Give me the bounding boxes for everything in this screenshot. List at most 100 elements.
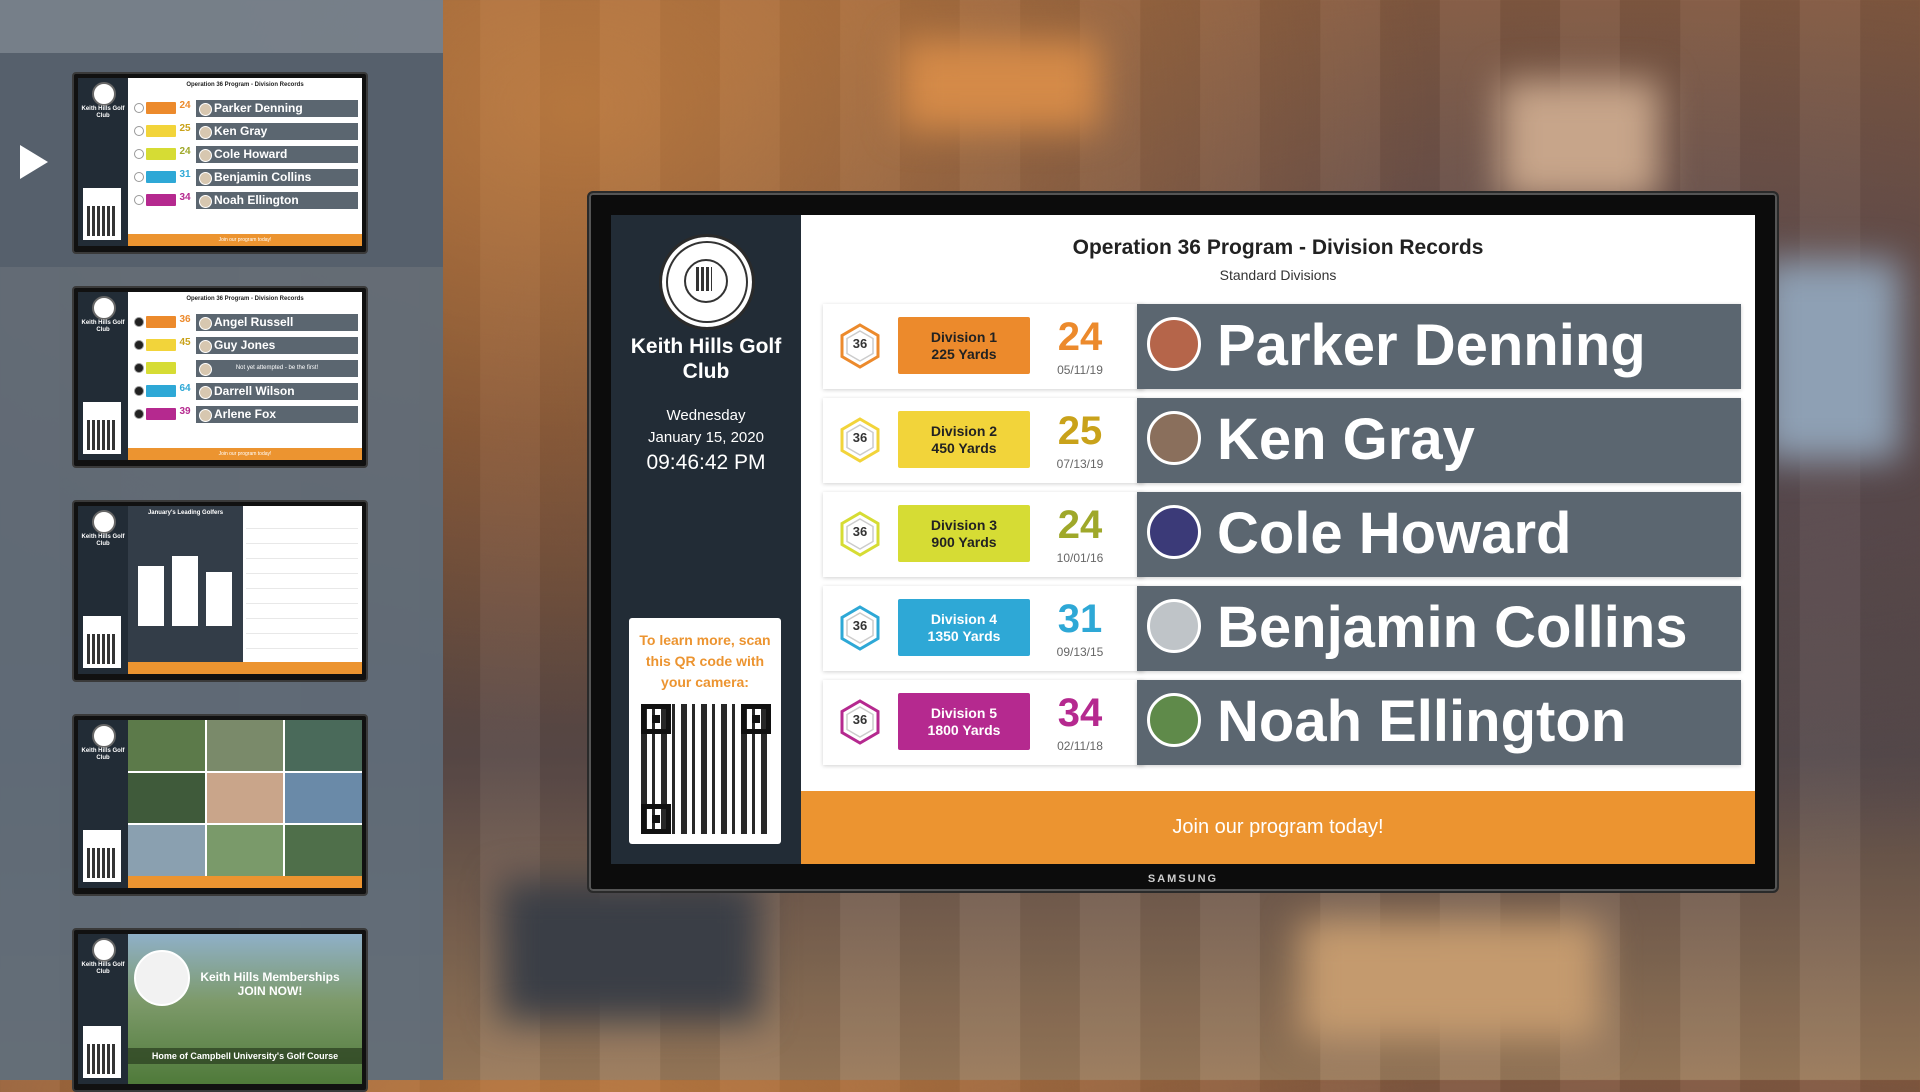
record-date: 05/11/19: [1057, 363, 1103, 377]
thumbnail-title: Operation 36 Program - Division Records: [186, 296, 304, 302]
avatar: [1147, 505, 1201, 559]
thumbnail-content: Keith Hills Golf Club: [78, 720, 362, 888]
thumbnail-row: Not yet attempted - be the first!: [134, 360, 358, 378]
thumbnail-row: 25 Ken Gray: [134, 123, 358, 141]
division-name: Division 5: [930, 705, 998, 721]
thumbnail-title: Operation 36 Program - Division Records: [186, 82, 304, 88]
division-chip: [146, 194, 176, 206]
page-title: Operation 36 Program - Division Records: [1072, 236, 1484, 259]
player-bar: Parker Denning: [1137, 304, 1741, 389]
qr-card: To learn more, scan this QR code with yo…: [629, 618, 781, 844]
thumbnail-score: 64: [179, 383, 191, 394]
podium-block: [172, 556, 198, 626]
player-bar: Benjamin Collins: [1137, 586, 1741, 671]
division-chip: [146, 362, 176, 374]
qr-code-icon: [83, 616, 121, 668]
play-icon[interactable]: [20, 145, 48, 179]
player-bar: Cole Howard: [1137, 492, 1741, 577]
record-date: 09/13/15: [1056, 645, 1104, 659]
thumbnail-player-name: Benjamin Collins: [196, 169, 358, 186]
thumbnail-score: 24: [179, 146, 191, 157]
thumbnail-content: Keith Hills Golf Club Keith Hills Member…: [78, 934, 362, 1084]
record-score: 25: [1057, 409, 1103, 453]
division-chip: [146, 171, 176, 183]
thumbnail-club-name: Keith Hills Golf Club: [81, 748, 125, 761]
thumbnail-player-name: Cole Howard: [196, 146, 358, 163]
division-record-row: 36 Division 5 1800 Yards 34 02/11/18 Noa…: [823, 680, 1741, 765]
club-logo-icon: [92, 510, 116, 534]
division-box: Division 3 900 Yards: [898, 505, 1030, 562]
record-date: 07/13/19: [1056, 457, 1104, 471]
slide-thumbnail-4[interactable]: Keith Hills Golf Club: [72, 714, 368, 896]
record-score: 24: [1057, 315, 1103, 359]
division-chip: [146, 125, 176, 137]
avatar: [1147, 693, 1201, 747]
division-chip: [146, 408, 176, 420]
thumbnail-left-panel: Keith Hills Golf Club: [78, 292, 128, 460]
thumbnail-title: January's Leading Golfers: [147, 510, 224, 516]
division-yards: 450 Yards: [931, 440, 997, 456]
division-card: 36 Division 1 225 Yards 24 05/11/19: [823, 304, 1144, 389]
badge-label: 36: [852, 430, 868, 445]
division-record-row: 36 Division 1 225 Yards 24 05/11/19 Park…: [823, 304, 1741, 389]
qr-prompt: To learn more, scan this QR code with yo…: [639, 632, 771, 690]
badge-icon: [134, 386, 144, 396]
promo-headline: Keith Hills Memberships JOIN NOW!: [200, 970, 340, 998]
thumbnail-row: 39 Arlene Fox: [134, 406, 358, 424]
division-yards: 225 Yards: [931, 346, 997, 362]
qr-code-icon: [83, 188, 121, 240]
slide-thumbnail-1[interactable]: Keith Hills Golf Club Operation 36 Progr…: [72, 72, 368, 254]
thumbnail-player-name: Parker Denning: [196, 100, 358, 117]
qr-code-icon: [83, 402, 121, 454]
badge-icon: [134, 149, 144, 159]
division-yards: 900 Yards: [931, 534, 997, 550]
thumbnail-player-name: Arlene Fox: [196, 406, 358, 423]
thumbnail-player-name: Not yet attempted - be the first!: [196, 360, 358, 377]
avatar: [1147, 317, 1201, 371]
division-card: 36 Division 3 900 Yards 24 10/01/16: [823, 492, 1144, 577]
thumbnail-player-name: Ken Gray: [196, 123, 358, 140]
division-yards: 1800 Yards: [927, 722, 1001, 738]
division-card: 36 Division 2 450 Yards 25 07/13/19: [823, 398, 1144, 483]
record-score: 31: [1057, 597, 1103, 641]
badge-label: 36: [852, 712, 868, 727]
thumbnail-player-name: Guy Jones: [196, 337, 358, 354]
division-name: Division 2: [930, 423, 998, 439]
division-name: Division 3: [930, 517, 998, 533]
club-logo-icon: [659, 234, 755, 330]
thumbnail-footer: Join our program today!: [128, 234, 362, 246]
thumbnail-footer: [128, 876, 362, 888]
thumbnail-content: Keith Hills Golf Club Operation 36 Progr…: [78, 78, 362, 246]
badge-icon: [134, 126, 144, 136]
photo-grid: [128, 720, 362, 876]
thumbnail-score: 24: [179, 100, 191, 111]
badge-icon: [134, 103, 144, 113]
membership-promo-image: Keith Hills Memberships JOIN NOW! Home o…: [128, 934, 362, 1084]
player-name: Noah Ellington: [1217, 689, 1627, 754]
slide-thumbnail-2[interactable]: Keith Hills Golf Club Operation 36 Progr…: [72, 286, 368, 468]
leaderboard-list: [246, 514, 358, 656]
record-date: 02/11/18: [1057, 739, 1103, 753]
record-score: 24: [1057, 503, 1103, 547]
player-name: Ken Gray: [1217, 407, 1475, 472]
club-logo-icon: [92, 82, 116, 106]
club-name: Keith Hills Golf Club: [630, 335, 782, 383]
thumbnail-club-name: Keith Hills Golf Club: [81, 534, 125, 547]
slide-thumbnail-3[interactable]: Keith Hills Golf Club January's Leading …: [72, 500, 368, 682]
thumbnail-left-panel: Keith Hills Golf Club: [78, 78, 128, 246]
signage-screen: Keith Hills Golf Club Wednesday January …: [611, 215, 1755, 864]
division-record-row: 36 Division 4 1350 Yards 31 09/13/15 Ben…: [823, 586, 1741, 671]
thumbnail-score: 34: [179, 192, 191, 203]
podium-block: [206, 572, 232, 626]
page-subtitle: Standard Divisions: [1219, 267, 1337, 283]
weekday: Wednesday: [666, 407, 746, 424]
thumbnail-player-name: Noah Ellington: [196, 192, 358, 209]
leaderboard-podium-panel: January's Leading Golfers: [128, 506, 243, 662]
badge-icon: [134, 409, 144, 419]
slide-thumbnail-5[interactable]: Keith Hills Golf Club Keith Hills Member…: [72, 928, 368, 1092]
thumbnail-player-name: Darrell Wilson: [196, 383, 358, 400]
podium-block: [138, 566, 164, 626]
badge-icon: [134, 195, 144, 205]
club-logo-icon: [92, 724, 116, 748]
slide-sidebar: Keith Hills Golf Club Operation 36 Progr…: [0, 0, 443, 1092]
